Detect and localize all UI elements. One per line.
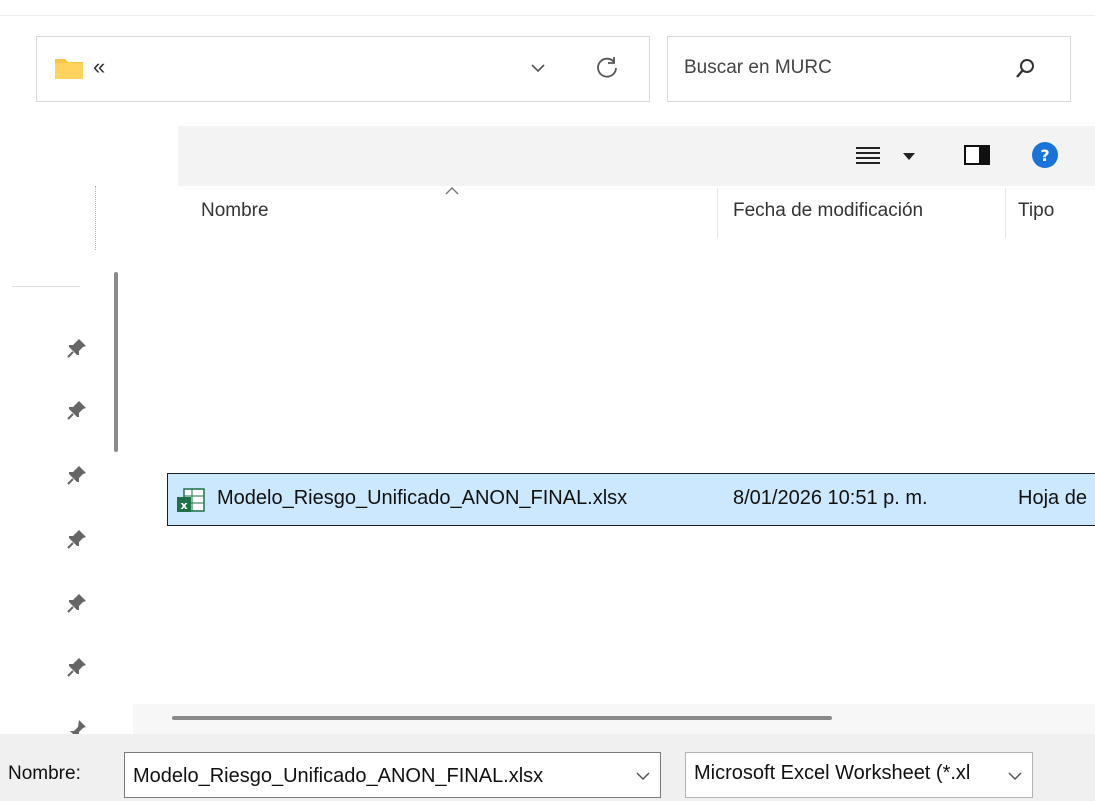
file-modified: 8/01/2026 10:51 p. m. [733, 487, 928, 509]
filetype-value: Microsoft Excel Worksheet (*.xl [694, 762, 971, 784]
pin-icon[interactable] [66, 528, 88, 550]
column-separator[interactable] [717, 188, 718, 238]
view-menu-icon[interactable] [853, 142, 883, 168]
breadcrumb-overflow[interactable]: « [93, 54, 105, 80]
pin-icon[interactable] [66, 592, 88, 614]
excel-file-icon: x [177, 488, 205, 512]
filename-input[interactable] [133, 760, 613, 792]
pin-icon[interactable] [66, 337, 88, 359]
filename-label: Nombre: [8, 763, 81, 784]
horizontal-scrollbar-thumb[interactable] [172, 716, 832, 720]
pin-icon[interactable] [66, 399, 88, 421]
column-header-type[interactable]: Tipo [1018, 200, 1054, 222]
window-top-strip [0, 0, 1095, 16]
folder-icon [55, 59, 83, 79]
filename-chevron-down-icon[interactable] [634, 767, 652, 785]
column-separator[interactable] [1005, 188, 1006, 238]
address-history-chevron-down-icon[interactable] [528, 58, 548, 78]
pin-icon[interactable] [66, 656, 88, 678]
navigation-pane [0, 186, 133, 736]
file-name: Modelo_Riesgo_Unificado_ANON_FINAL.xlsx [217, 487, 628, 509]
preview-pane-icon[interactable] [962, 142, 992, 168]
nav-scrollbar-thumb[interactable] [114, 272, 118, 452]
address-bar[interactable] [36, 36, 650, 102]
help-icon[interactable]: ? [1030, 140, 1060, 170]
pin-icon[interactable] [66, 464, 88, 486]
file-list-pane [133, 186, 1095, 706]
pin-icon[interactable] [66, 718, 88, 734]
column-header-modified[interactable]: Fecha de modificación [733, 200, 923, 222]
refresh-icon[interactable] [594, 55, 620, 81]
search-input[interactable] [684, 55, 984, 81]
filetype-chevron-down-icon[interactable] [1006, 767, 1024, 785]
file-type: Hoja de [1018, 487, 1087, 509]
search-icon[interactable] [1013, 57, 1037, 81]
svg-text:x: x [180, 499, 187, 512]
nav-divider [12, 286, 80, 287]
view-dropdown-arrow-icon[interactable] [901, 150, 917, 162]
nav-tree-line [95, 186, 96, 250]
toolbar-left-area [0, 126, 178, 186]
sort-ascending-icon [445, 187, 459, 195]
column-header-name[interactable]: Nombre [201, 200, 269, 222]
svg-text:?: ? [1040, 146, 1049, 165]
